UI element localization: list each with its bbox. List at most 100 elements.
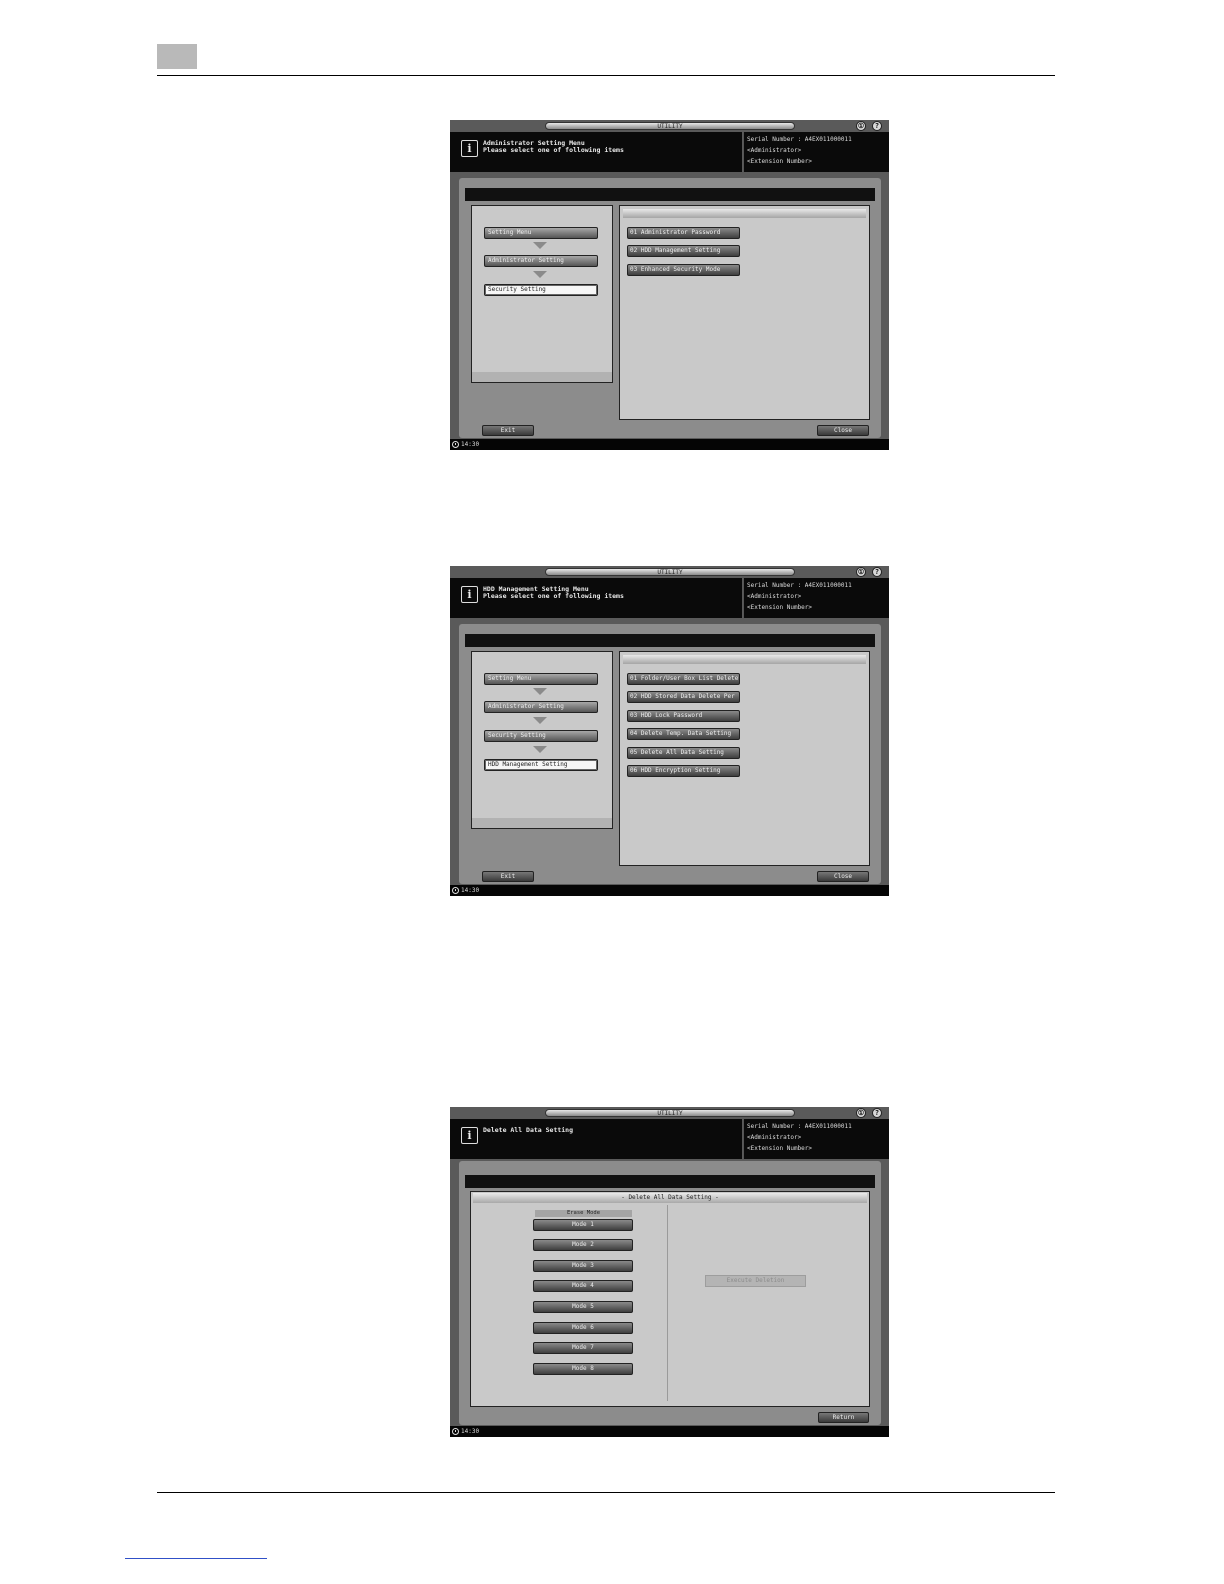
status-bar: 14:30 (450, 885, 889, 896)
screenshot-hdd-management-setting-menu: UTILITY ① ? i HDD Management Setting Men… (450, 566, 889, 896)
breadcrumb-security-setting[interactable]: Security Setting (484, 284, 598, 296)
utility-tab[interactable]: UTILITY (545, 1109, 795, 1117)
down-arrow-icon (533, 271, 547, 278)
hdd-encryption-setting-button[interactable]: 06 HDD Encryption Setting (627, 765, 740, 777)
help-icon[interactable]: ? (872, 567, 882, 577)
status-bar: 14:30 (450, 439, 889, 450)
info-icon: i (461, 586, 478, 603)
clock-time: 14:30 (461, 441, 480, 448)
extension-number: <Extension Number> (747, 158, 813, 165)
utility-tab[interactable]: UTILITY (545, 568, 795, 576)
breadcrumb-setting-menu[interactable]: Setting Menu (484, 227, 598, 239)
device-info-area: Serial Number : A4EX011000011 <Administr… (743, 1119, 889, 1159)
message-area: i Administrator Setting Menu Please sele… (450, 132, 742, 172)
user-name: <Administrator> (747, 1134, 802, 1141)
breadcrumb-security-setting[interactable]: Security Setting (484, 730, 598, 742)
breadcrumb-hdd-management-setting[interactable]: HDD Management Setting (484, 759, 598, 771)
serial-number: Serial Number : A4EX011000011 (747, 136, 852, 143)
message-line-2: Please select one of following items (483, 146, 624, 154)
delete-temp-data-setting-button[interactable]: 04 Delete Temp. Data Setting (627, 728, 740, 740)
mode-6-button[interactable]: Mode 6 (533, 1322, 633, 1334)
clock-icon (452, 887, 459, 894)
utility-title: UTILITY (657, 1110, 683, 1117)
counter-icon[interactable]: ① (856, 1108, 866, 1118)
screenshot-delete-all-data-setting: UTILITY ① ? i Delete All Data Setting Se… (450, 1107, 889, 1437)
mode-4-button[interactable]: Mode 4 (533, 1280, 633, 1292)
return-button[interactable]: Return (818, 1412, 869, 1423)
breadcrumb-administrator-setting[interactable]: Administrator Setting (484, 701, 598, 713)
hdd-management-setting-button[interactable]: 02 HDD Management Setting (627, 245, 740, 257)
frame-title-bar (465, 188, 875, 201)
hdd-lock-password-button[interactable]: 03 HDD Lock Password (627, 710, 740, 722)
exit-button[interactable]: Exit (482, 425, 534, 436)
down-arrow-icon (533, 717, 547, 724)
administrator-password-button[interactable]: 01 Administrator Password (627, 227, 740, 239)
extension-number: <Extension Number> (747, 1145, 813, 1152)
menu-panel-title (623, 655, 866, 664)
serial-number: Serial Number : A4EX011000011 (747, 582, 852, 589)
mode-3-button[interactable]: Mode 3 (533, 1260, 633, 1272)
mode-1-button[interactable]: Mode 1 (533, 1219, 633, 1231)
serial-number: Serial Number : A4EX011000011 (747, 1123, 852, 1130)
device-info-area: Serial Number : A4EX011000011 <Administr… (743, 578, 889, 618)
clock-time: 14:30 (461, 1428, 480, 1435)
close-button[interactable]: Close (817, 425, 869, 436)
counter-icon[interactable]: ① (856, 121, 866, 131)
info-icon: i (461, 140, 478, 157)
user-name: <Administrator> (747, 593, 802, 600)
delete-all-data-panel (470, 1191, 870, 1407)
message-text: HDD Management Setting Menu Please selec… (483, 586, 624, 600)
header-rule (157, 75, 1055, 76)
utility-tab[interactable]: UTILITY (545, 122, 795, 130)
utility-bar: UTILITY ① ? (450, 120, 889, 132)
message-line-2: Please select one of following items (483, 592, 624, 600)
erase-mode-label: Erase Mode (535, 1210, 632, 1217)
exit-button[interactable]: Exit (482, 871, 534, 882)
screenshot-administrator-setting-menu: UTILITY ① ? i Administrator Setting Menu… (450, 120, 889, 450)
message-text: Administrator Setting Menu Please select… (483, 140, 624, 154)
execute-deletion-button[interactable]: Execute Deletion (705, 1275, 806, 1287)
device-info-area: Serial Number : A4EX011000011 <Administr… (743, 132, 889, 172)
utility-bar: UTILITY ① ? (450, 566, 889, 578)
close-button[interactable]: Close (817, 871, 869, 882)
mode-2-button[interactable]: Mode 2 (533, 1239, 633, 1251)
message-text: Delete All Data Setting (483, 1127, 573, 1134)
message-area: i HDD Management Setting Menu Please sel… (450, 578, 742, 618)
footer-rule (157, 1492, 1055, 1493)
mode-5-button[interactable]: Mode 5 (533, 1301, 633, 1313)
clock-icon (452, 441, 459, 448)
message-area: i Delete All Data Setting (450, 1119, 742, 1159)
utility-bar: UTILITY ① ? (450, 1107, 889, 1119)
help-icon[interactable]: ? (872, 121, 882, 131)
down-arrow-icon (533, 688, 547, 695)
help-icon[interactable]: ? (872, 1108, 882, 1118)
clock-icon (452, 1428, 459, 1435)
folder-user-box-list-delete-button[interactable]: 01 Folder/User Box List Delete (627, 673, 740, 685)
message-line-1: Delete All Data Setting (483, 1126, 574, 1134)
panel-divider (667, 1205, 668, 1401)
info-icon: i (461, 1127, 478, 1144)
breadcrumb-setting-menu[interactable]: Setting Menu (484, 673, 598, 685)
delete-all-data-setting-button[interactable]: 05 Delete All Data Setting (627, 747, 740, 759)
mode-7-button[interactable]: Mode 7 (533, 1342, 633, 1354)
user-name: <Administrator> (747, 147, 802, 154)
enhanced-security-mode-button[interactable]: 03 Enhanced Security Mode (627, 264, 740, 276)
breadcrumb-administrator-setting[interactable]: Administrator Setting (484, 255, 598, 267)
frame-title-bar (465, 634, 875, 647)
clock-time: 14:30 (461, 887, 480, 894)
down-arrow-icon (533, 746, 547, 753)
hdd-stored-data-delete-button[interactable]: 02 HDD Stored Data Delete Per (627, 691, 740, 703)
frame-title-bar (465, 1175, 875, 1188)
panel-footer (472, 372, 612, 382)
extension-number: <Extension Number> (747, 604, 813, 611)
utility-title: UTILITY (657, 569, 683, 576)
page-tab-marker (157, 44, 197, 69)
mode-8-button[interactable]: Mode 8 (533, 1363, 633, 1375)
counter-icon[interactable]: ① (856, 567, 866, 577)
panel-footer (472, 818, 612, 828)
panel-title: - Delete All Data Setting - (473, 1193, 867, 1203)
status-bar: 14:30 (450, 1426, 889, 1437)
down-arrow-icon (533, 242, 547, 249)
menu-panel-title (623, 209, 866, 218)
footer-link-underline (125, 1558, 267, 1559)
